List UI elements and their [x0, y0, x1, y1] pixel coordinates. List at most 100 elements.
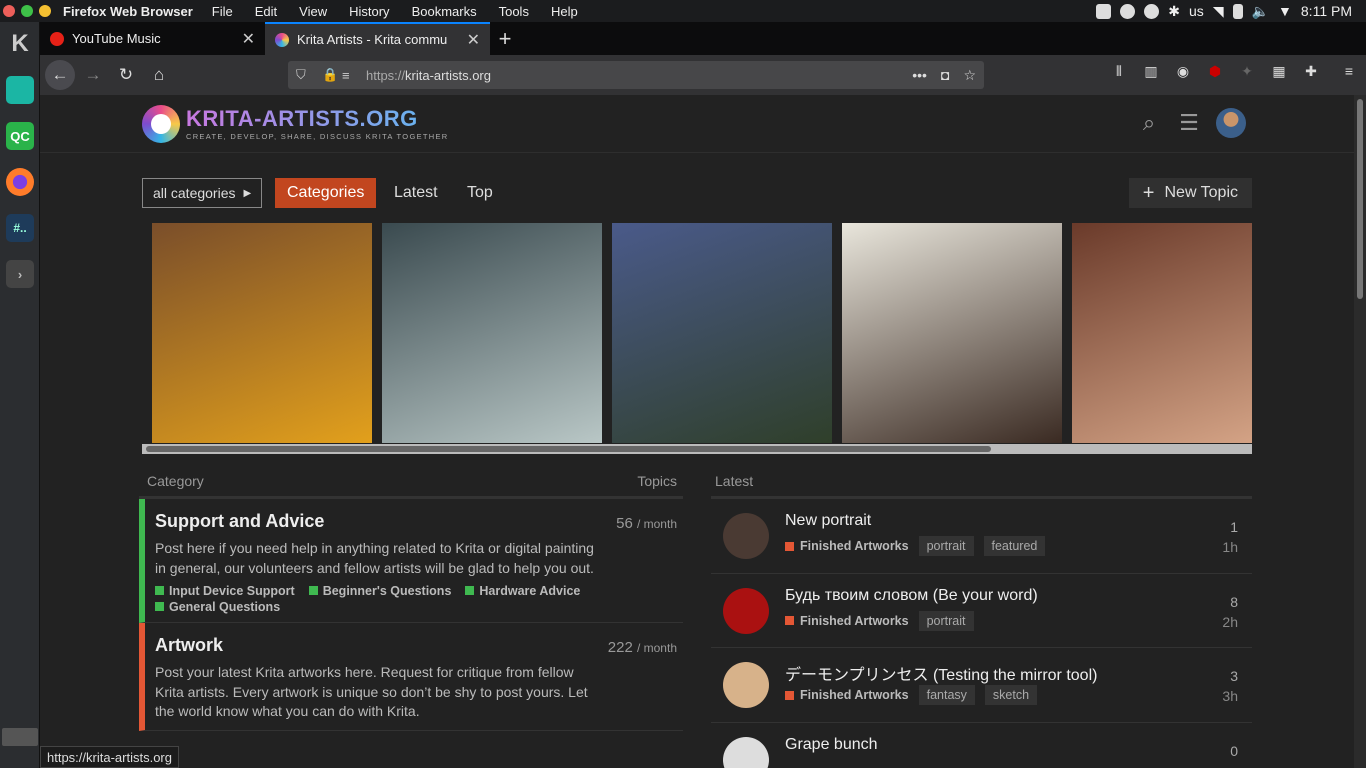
- menu-file[interactable]: File: [212, 4, 233, 19]
- reload-button[interactable]: ↻: [111, 60, 141, 90]
- new-tab-button[interactable]: +: [490, 22, 520, 55]
- pocket-icon[interactable]: ◘: [941, 67, 949, 84]
- sleeping-girl-artwork[interactable]: [842, 223, 1062, 443]
- hamburger-menu-icon[interactable]: ≡: [1340, 63, 1358, 81]
- portrait-yellow-artwork[interactable]: [152, 223, 372, 443]
- topic-stats: 1 1h: [1222, 517, 1238, 557]
- library-icon[interactable]: ⫴: [1110, 63, 1128, 81]
- snowy-bridge-artwork[interactable]: [382, 223, 602, 443]
- desktop-pager[interactable]: [2, 728, 38, 746]
- subcategory-link[interactable]: Hardware Advice: [465, 584, 580, 598]
- menu-tools[interactable]: Tools: [499, 4, 529, 19]
- puzzle-icon[interactable]: ✚: [1302, 63, 1320, 81]
- gallery-scrollbar[interactable]: [142, 444, 1252, 454]
- subcategory-link[interactable]: General Questions: [155, 600, 280, 614]
- sidebar-icon[interactable]: ▥: [1142, 63, 1160, 81]
- search-icon[interactable]: ⌕: [1136, 110, 1162, 136]
- category-support-and-advice[interactable]: Support and Advice 56 / month Post here if…: [139, 499, 683, 623]
- topic-title[interactable]: New portrait: [785, 512, 871, 530]
- keyboard-layout[interactable]: us: [1189, 3, 1204, 19]
- app-name: Firefox Web Browser: [63, 3, 193, 19]
- lock-icon[interactable]: 🔒: [322, 67, 338, 83]
- topic-row[interactable]: New portrait Finished Artworks portrait fea…: [711, 499, 1252, 574]
- subcategory-link[interactable]: Input Device Support: [155, 584, 295, 598]
- close-tab-icon[interactable]: ✕: [467, 30, 480, 50]
- topic-tag[interactable]: portrait: [918, 610, 974, 631]
- ublock-icon[interactable]: ⬢: [1206, 63, 1224, 81]
- category-description: Post your latest Krita artworks here. Re…: [155, 664, 588, 719]
- expand-icon[interactable]: ›: [6, 260, 34, 288]
- home-button[interactable]: ⌂: [144, 60, 174, 90]
- nav-latest[interactable]: Latest: [382, 178, 450, 208]
- menu-icon[interactable]: ☰: [1176, 110, 1202, 136]
- files-icon[interactable]: [6, 76, 34, 104]
- topic-category[interactable]: Finished Artworks: [785, 688, 909, 702]
- close-tab-icon[interactable]: ✕: [242, 29, 255, 49]
- topic-author-avatar[interactable]: [723, 662, 769, 708]
- topic-author-avatar[interactable]: [723, 736, 769, 768]
- topic-author-avatar[interactable]: [723, 587, 769, 634]
- category-artwork[interactable]: Artwork 222 / month Post your latest Krita…: [139, 623, 683, 731]
- topic-category[interactable]: Finished Artworks: [785, 614, 909, 628]
- bookmark-star-icon[interactable]: ☆: [963, 67, 976, 84]
- firefox-icon[interactable]: [6, 168, 34, 196]
- topic-title[interactable]: Grape bunch: [785, 736, 878, 754]
- menu-bookmarks[interactable]: Bookmarks: [412, 4, 477, 19]
- topic-row[interactable]: Будь твоим словом (Be your word) Finished…: [711, 574, 1252, 648]
- close-window-button[interactable]: [3, 5, 15, 17]
- shield-icon[interactable]: ⛉: [296, 67, 306, 83]
- page-actions-icon[interactable]: •••: [912, 67, 927, 84]
- forward-button[interactable]: →: [78, 60, 108, 90]
- menu-view[interactable]: View: [299, 4, 327, 19]
- topic-tag[interactable]: featured: [983, 536, 1046, 556]
- url-bar[interactable]: ⛉ 🔒 ≡ https://krita-artists.org ••• ◘ ☆: [288, 61, 984, 89]
- robot-explosion-artwork[interactable]: [1072, 223, 1252, 443]
- extension-icon[interactable]: ✦: [1238, 63, 1256, 81]
- tray-expand-icon[interactable]: ▼: [1278, 3, 1292, 19]
- subcategory-link[interactable]: Beginner's Questions: [308, 584, 451, 598]
- nav-top[interactable]: Top: [455, 178, 505, 208]
- back-button[interactable]: ←: [45, 60, 75, 90]
- battery-icon[interactable]: [1232, 3, 1243, 19]
- topic-tag[interactable]: portrait: [918, 536, 974, 556]
- menu-help[interactable]: Help: [551, 4, 578, 19]
- permissions-icon[interactable]: ≡: [342, 68, 350, 83]
- topic-category[interactable]: Finished Artworks: [785, 539, 909, 553]
- volume-icon[interactable]: 🔈: [1252, 3, 1269, 20]
- topic-age: 1h: [1222, 539, 1238, 555]
- kde-launcher-icon[interactable]: K: [6, 30, 34, 58]
- menu-history[interactable]: History: [349, 4, 389, 19]
- url-text[interactable]: https://krita-artists.org: [366, 68, 491, 83]
- wifi-icon[interactable]: ◥: [1213, 3, 1224, 20]
- new-topic-button[interactable]: + New Topic: [1128, 178, 1252, 208]
- site-logo[interactable]: KRITA-ARTISTS.ORG CREATE, DEVELOP, SHARE…: [142, 105, 449, 143]
- tab-krita-artists[interactable]: Krita Artists - Krita commu ✕: [265, 22, 490, 55]
- topic-title[interactable]: デーモンプリンセス (Testing the mirror tool): [785, 661, 1097, 685]
- topic-tag[interactable]: sketch: [984, 685, 1038, 705]
- qc-icon[interactable]: QC: [6, 122, 34, 150]
- account-icon[interactable]: ◉: [1174, 63, 1192, 81]
- update-icon[interactable]: [1144, 3, 1160, 19]
- category-name[interactable]: Support and Advice: [155, 511, 677, 532]
- category-name[interactable]: Artwork: [155, 635, 677, 656]
- bluetooth-icon[interactable]: ✱: [1168, 3, 1180, 20]
- apps-icon[interactable]: ▦: [1270, 63, 1288, 81]
- all-categories-dropdown[interactable]: all categories ▶: [142, 178, 263, 208]
- topic-row[interactable]: Grape bunch 0: [711, 723, 1252, 768]
- topic-author-avatar[interactable]: [723, 513, 769, 559]
- topic-tag[interactable]: fantasy: [918, 685, 975, 705]
- terminal-icon[interactable]: #..: [6, 214, 34, 242]
- page-scrollbar[interactable]: [1354, 95, 1366, 768]
- topic-row[interactable]: デーモンプリンセス (Testing the mirror tool) Finis…: [711, 648, 1252, 723]
- menu-edit[interactable]: Edit: [255, 4, 277, 19]
- maximize-window-button[interactable]: [21, 5, 33, 17]
- user-avatar[interactable]: [1216, 108, 1246, 138]
- clock[interactable]: 8:11 PM: [1301, 3, 1352, 19]
- nav-categories[interactable]: Categories: [275, 178, 377, 208]
- pause-icon[interactable]: [1096, 3, 1112, 19]
- sync-icon[interactable]: [1120, 3, 1136, 19]
- mountain-castle-artwork[interactable]: [612, 223, 832, 443]
- topic-title[interactable]: Будь твоим словом (Be your word): [785, 587, 1038, 605]
- tab-youtube-music[interactable]: YouTube Music ✕: [40, 22, 265, 55]
- minimize-window-button[interactable]: [39, 5, 51, 17]
